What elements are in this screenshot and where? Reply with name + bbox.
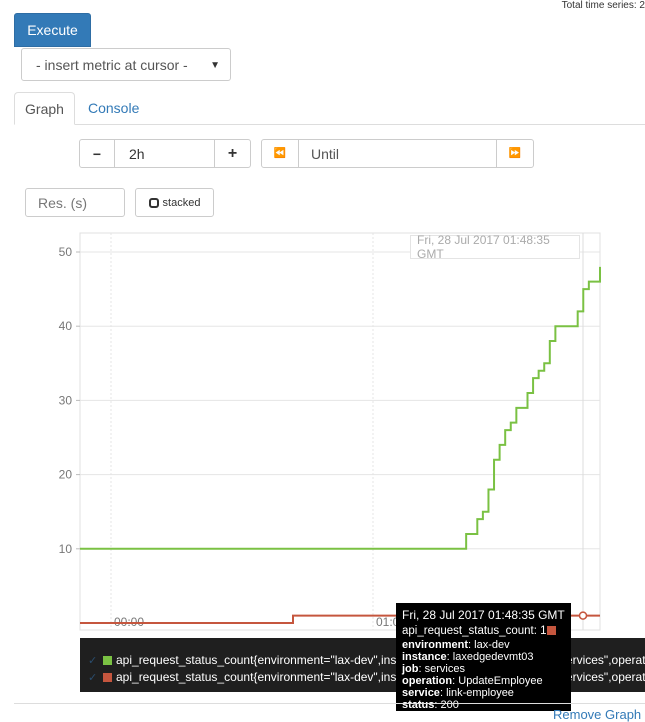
tooltip-label-value: 200 [440,699,459,711]
hover-point [578,611,588,620]
range-increase-button[interactable]: + [214,139,251,168]
execute-button[interactable]: Execute [14,13,91,47]
tooltip-label-value: laxedgedevmt03 [452,651,534,663]
tooltip-label-key: job [402,663,419,675]
y-tick-label: 20 [59,468,73,482]
tooltip-label-row: service: link-employee [402,687,514,699]
stacked-label: stacked [162,196,201,209]
chart-series [80,266,601,624]
insert-metric-select[interactable]: - insert metric at cursor - ▼ [21,48,231,81]
resolution-input[interactable]: Res. (s) [25,188,125,217]
y-tick-label: 50 [59,245,73,259]
chart-grid [79,232,601,631]
until-input[interactable]: Until [298,139,497,168]
tooltip-title: Fri, 28 Jul 2017 01:48:35 GMT [402,608,565,622]
check-icon: ✓ [88,654,98,667]
y-tick-label: 10 [59,542,73,556]
caret-down-icon: ▼ [210,60,220,71]
y-tick-label: 30 [59,393,73,407]
tooltip-label-row: instance: laxedgedevmt03 [402,651,534,663]
tooltip-metric-line: api_request_status_count: 1 [402,625,547,637]
plot-frame [79,232,601,631]
tooltip-label-value: UpdateEmployee [458,675,543,687]
tab-graph[interactable]: Graph [14,92,75,125]
tooltip-label-key: instance [402,651,447,663]
range-input[interactable]: 2h [114,139,215,168]
graph-bottom-divider [14,703,645,704]
series-line-green [80,266,601,550]
tooltip-label-key: service [402,687,440,699]
stacked-toggle-button[interactable]: stacked [135,188,214,217]
tooltip-label-value: lax-dev [474,639,510,651]
graph-tooltip: Fri, 28 Jul 2017 01:48:35 GMT api_reques… [396,603,571,711]
tooltip-label-key: environment [402,639,469,651]
until-forward-button[interactable]: ⏩ [496,139,534,168]
backward-icon: ⏪ [273,148,287,159]
tooltip-swatch [546,626,556,635]
legend-swatch [103,655,112,665]
insert-metric-select-label: - insert metric at cursor - [36,56,188,73]
remove-graph-link[interactable]: Remove Graph [553,707,641,722]
legend-swatch [103,672,112,682]
forward-icon: ⏩ [508,148,522,159]
tooltip-label-value: link-employee [446,687,514,699]
tooltip-label-row: environment: lax-dev [402,639,510,651]
tabs-divider [14,124,645,125]
hover-date-label: Fri, 28 Jul 2017 01:48:35 GMT [410,233,580,261]
tooltip-label-value: services [424,663,465,675]
total-time-series: Total time series: 2 [561,0,645,11]
tooltip-label-row: job: services [402,663,465,675]
range-decrease-button[interactable]: − [79,139,115,168]
graph-chart[interactable]: 102030405000:00 01:00 [0,225,645,645]
check-icon: ✓ [88,671,98,684]
y-tick-label: 40 [59,319,73,333]
tooltip-label-key: operation [402,675,453,687]
checkbox-icon [148,197,159,208]
tab-console[interactable]: Console [88,100,139,116]
tooltip-label-row: status: 200 [402,699,459,711]
until-backward-button[interactable]: ⏪ [261,139,299,168]
tooltip-label-key: status [402,699,435,711]
tooltip-value: api_request_status_count: 1 [402,623,565,639]
tooltip-label-row: operation: UpdateEmployee [402,675,543,687]
